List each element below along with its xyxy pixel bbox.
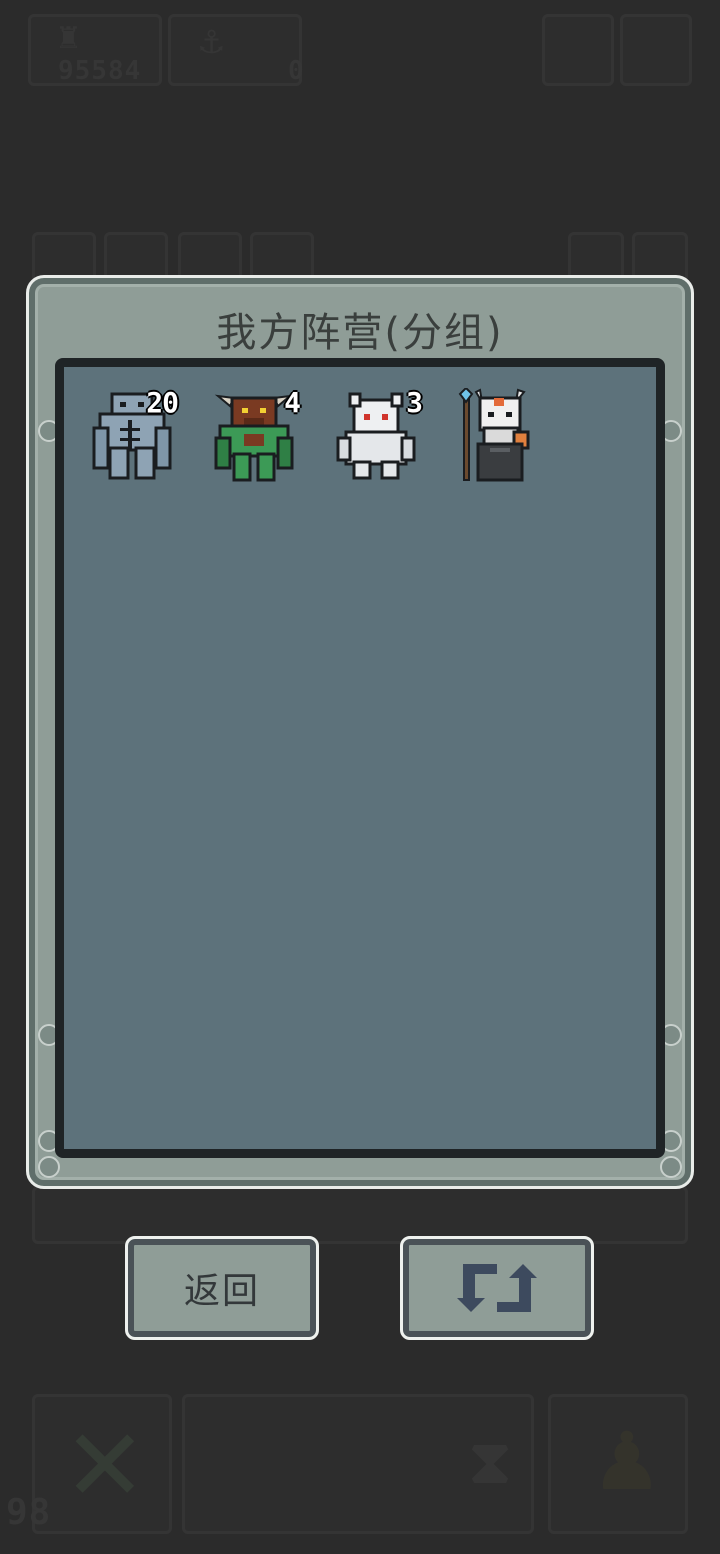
anchor-box: ⚓ <box>168 14 302 86</box>
unit-count: 20 <box>146 386 179 419</box>
hourglass-icon: ⧗ <box>469 1427 512 1497</box>
turn-count: 98 <box>6 1492 52 1533</box>
anchor-count: 0 <box>288 56 305 86</box>
game-screen: ♜ 95584 ⚓ 0 ✕ ⧗ ♟ 98 我方阵营(分组) 20 4 3 返回 <box>0 0 720 1554</box>
panel-title: 我方阵营(分组) <box>216 310 504 356</box>
resource-count: 95584 <box>58 56 142 86</box>
back-button-label: 返回 <box>183 1271 260 1312</box>
minotaur-sprite <box>214 394 294 482</box>
unit-list: 20 4 3 <box>92 386 538 484</box>
person-icon: ♟ <box>591 1415 663 1508</box>
unit-ghost[interactable]: 3 <box>336 386 423 484</box>
ghost-sprite <box>336 392 416 480</box>
info-bar <box>32 1186 688 1244</box>
swap-button[interactable] <box>400 1236 594 1340</box>
unit-minotaur[interactable]: 4 <box>214 386 301 484</box>
unit-skeleton-mage[interactable] <box>458 388 538 484</box>
panel-rivet <box>38 1156 60 1178</box>
menu-button-1[interactable] <box>542 14 614 86</box>
back-button[interactable]: 返回 <box>125 1236 319 1340</box>
cross-icon: ✕ <box>63 1407 147 1524</box>
panel-rivet <box>660 1156 682 1178</box>
unit-count: 4 <box>284 386 301 419</box>
cancel-slot[interactable]: ✕ <box>32 1394 172 1534</box>
menu-button-2[interactable] <box>620 14 692 86</box>
unit-stone-golem[interactable]: 20 <box>92 386 179 484</box>
swap-arrows-icon <box>457 1264 537 1312</box>
tower-icon: ♜ <box>55 21 82 56</box>
unit-slot[interactable]: ♟ <box>548 1394 688 1534</box>
unit-count: 3 <box>406 386 423 419</box>
wait-slot[interactable]: ⧗ <box>182 1394 534 1534</box>
skeleton-mage-sprite <box>458 388 530 482</box>
anchor-icon: ⚓ <box>197 23 226 61</box>
